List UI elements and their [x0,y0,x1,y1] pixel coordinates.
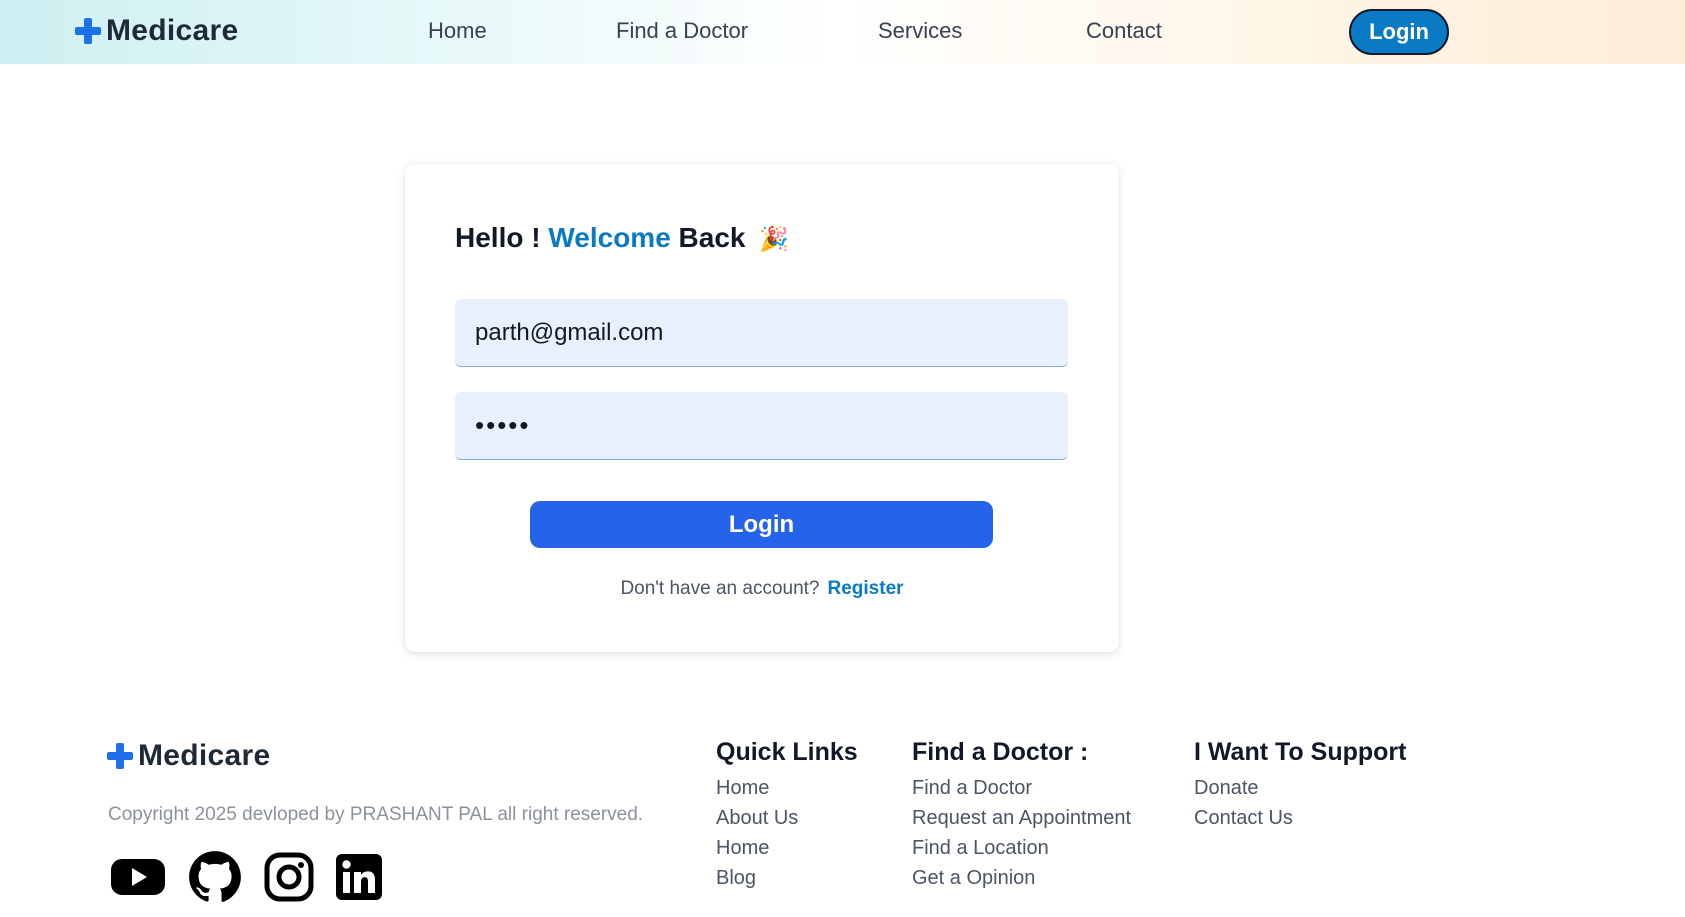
heading-welcome: Welcome [548,222,671,253]
footer-column-title: I Want To Support [1194,738,1407,766]
header-login-button[interactable]: Login [1349,9,1449,55]
footer-link-home[interactable]: Home [716,773,858,803]
medical-cross-icon [106,742,134,770]
linkedin-icon[interactable] [336,854,382,900]
nav-services[interactable]: Services [878,18,962,44]
password-field[interactable] [455,392,1068,460]
email-field[interactable] [455,299,1068,367]
nav-contact[interactable]: Contact [1086,18,1162,44]
login-heading: Hello ! Welcome Back 🎉 [455,222,789,254]
footer-link-find-location[interactable]: Find a Location [912,833,1131,863]
footer-link-contact-us[interactable]: Contact Us [1194,803,1406,833]
register-link[interactable]: Register [828,578,904,599]
nav-home[interactable]: Home [428,18,487,44]
register-prompt-text: Don't have an account? [620,578,820,599]
login-submit-button[interactable]: Login [530,501,993,548]
footer-column-title: Find a Doctor : [912,738,1089,766]
footer-quick-links: Quick Links Home About Us Home Blog [716,738,858,893]
footer-brand-name: Medicare [138,739,271,772]
footer-brand-logo[interactable]: Medicare [106,739,270,773]
github-icon[interactable] [188,850,242,904]
footer-link-get-opinion[interactable]: Get a Opinion [912,863,1131,893]
footer-link-blog[interactable]: Blog [716,863,858,893]
footer-link-home-2[interactable]: Home [716,833,858,863]
copyright-text: Copyright 2025 devloped by PRASHANT PAL … [108,804,644,825]
footer-column-title: Quick Links [716,738,858,766]
top-navbar: Medicare Home Find a Doctor Services Con… [0,0,1685,64]
footer-find-a-doctor: Find a Doctor : Find a Doctor Request an… [912,738,1131,893]
party-popper-icon: 🎉 [759,226,790,253]
footer-link-about-us[interactable]: About Us [716,803,858,833]
login-card: Hello ! Welcome Back 🎉 Login Don't have … [405,164,1119,652]
heading-hello: Hello ! [455,222,541,253]
instagram-icon[interactable] [264,852,314,902]
footer-link-donate[interactable]: Donate [1194,773,1406,803]
register-prompt-row: Don't have an account? Register [405,578,1119,600]
brand-name: Medicare [106,14,239,47]
brand-logo[interactable]: Medicare [74,14,238,48]
medical-cross-icon [74,17,102,45]
nav-find-a-doctor[interactable]: Find a Doctor [616,18,748,44]
social-links [110,850,404,904]
youtube-icon[interactable] [110,857,166,897]
footer-support: I Want To Support Donate Contact Us [1194,738,1406,833]
footer-link-request-appointment[interactable]: Request an Appointment [912,803,1131,833]
footer-link-find-a-doctor[interactable]: Find a Doctor [912,773,1131,803]
heading-back: Back [678,222,746,253]
